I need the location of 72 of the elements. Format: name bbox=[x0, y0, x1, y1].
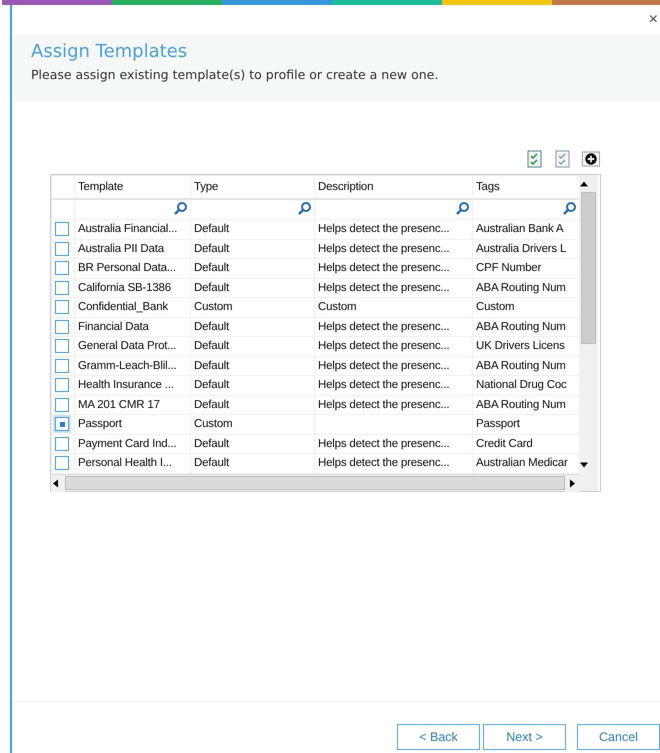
table-cell: Default bbox=[190, 356, 314, 376]
cancel-button[interactable]: Cancel bbox=[577, 724, 660, 750]
column-header[interactable]: Template bbox=[74, 176, 190, 199]
table-cell: BR Personal Data... bbox=[74, 258, 190, 278]
add-icon[interactable] bbox=[582, 150, 600, 168]
table-cell: Helps detect the presenc... bbox=[314, 434, 472, 454]
table-cell: California SB-1386 bbox=[74, 278, 190, 298]
table-cell: General Data Prot... bbox=[74, 336, 190, 356]
uncheck-all-icon[interactable] bbox=[554, 150, 572, 168]
column-header[interactable]: Type bbox=[190, 176, 314, 199]
table-cell: Default bbox=[190, 376, 314, 395]
row-checkbox[interactable] bbox=[55, 417, 69, 432]
table-cell: Personal Health I... bbox=[74, 454, 190, 473]
page-title: Assign Templates bbox=[31, 41, 188, 62]
table-cell: Custom bbox=[190, 298, 314, 317]
table-cell: Australia Financial... bbox=[74, 220, 190, 239]
table-cell: Default bbox=[190, 317, 314, 336]
vertical-scrollbar[interactable] bbox=[579, 175, 598, 474]
table-cell: Helps detect the presenc... bbox=[314, 317, 472, 336]
filter-field[interactable] bbox=[190, 199, 314, 220]
table-cell: Helps detect the presenc... bbox=[314, 220, 472, 239]
table-cell: Helps detect the presenc... bbox=[314, 278, 472, 298]
table-cell: Default bbox=[190, 220, 314, 239]
page-subtitle: Please assign existing template(s) to profile or create a new one. bbox=[31, 67, 440, 82]
row-checkbox[interactable] bbox=[55, 339, 69, 354]
table-cell: Helps detect the presenc... bbox=[314, 239, 472, 258]
row-checkbox[interactable] bbox=[55, 398, 69, 412]
table-cell: Default bbox=[190, 239, 314, 258]
table-cell: Payment Card Ind... bbox=[74, 434, 190, 454]
filter-field[interactable] bbox=[74, 199, 190, 220]
row-checkbox[interactable] bbox=[55, 280, 69, 295]
table-cell: Financial Data bbox=[74, 317, 190, 336]
row-checkbox[interactable] bbox=[55, 242, 69, 256]
table-cell: Default bbox=[190, 395, 314, 414]
table-cell: Australia PII Data bbox=[74, 239, 190, 258]
table-cell: Helps detect the presenc... bbox=[314, 356, 472, 376]
table-cell: Passport bbox=[74, 414, 190, 434]
row-checkbox[interactable] bbox=[55, 358, 69, 373]
table-cell: Default bbox=[190, 454, 314, 473]
table-cell: Helps detect the presenc... bbox=[314, 454, 472, 473]
table-cell: Health Insurance ... bbox=[74, 376, 190, 395]
row-checkbox[interactable] bbox=[55, 436, 69, 451]
table-cell: Default bbox=[190, 434, 314, 454]
table-cell: Custom bbox=[314, 298, 472, 317]
table-cell: Custom bbox=[190, 414, 314, 434]
table-cell: Default bbox=[190, 336, 314, 356]
table-cell: Gramm-Leach-Blil... bbox=[74, 356, 190, 376]
column-header[interactable]: Description bbox=[314, 176, 472, 199]
search-icon[interactable] bbox=[174, 202, 187, 214]
row-checkbox[interactable] bbox=[55, 300, 69, 314]
table-cell: Helps detect the presenc... bbox=[314, 395, 472, 414]
row-checkbox[interactable] bbox=[55, 378, 69, 392]
back-button[interactable]: < Back bbox=[397, 724, 480, 750]
check-all-icon[interactable] bbox=[526, 150, 544, 168]
table-cell: Default bbox=[190, 258, 314, 278]
horizontal-scrollbar[interactable] bbox=[51, 474, 579, 490]
next-button[interactable]: Next > bbox=[483, 724, 566, 750]
close-button[interactable]: × bbox=[646, 12, 660, 28]
row-checkbox[interactable] bbox=[55, 456, 69, 470]
search-icon[interactable] bbox=[298, 202, 311, 214]
table-cell: Helps detect the presenc... bbox=[314, 336, 472, 356]
search-icon[interactable] bbox=[563, 202, 576, 214]
table-cell: MA 201 CMR 17 bbox=[74, 395, 190, 414]
row-checkbox[interactable] bbox=[55, 222, 69, 236]
search-icon[interactable] bbox=[456, 202, 469, 214]
table-cell: Default bbox=[190, 278, 314, 298]
table-cell: Confidential_Bank bbox=[74, 298, 190, 317]
row-checkbox[interactable] bbox=[55, 320, 69, 334]
row-checkbox[interactable] bbox=[55, 261, 69, 276]
filter-field[interactable] bbox=[314, 199, 472, 220]
table-cell: Helps detect the presenc... bbox=[314, 258, 472, 278]
table-cell: Helps detect the presenc... bbox=[314, 376, 472, 395]
